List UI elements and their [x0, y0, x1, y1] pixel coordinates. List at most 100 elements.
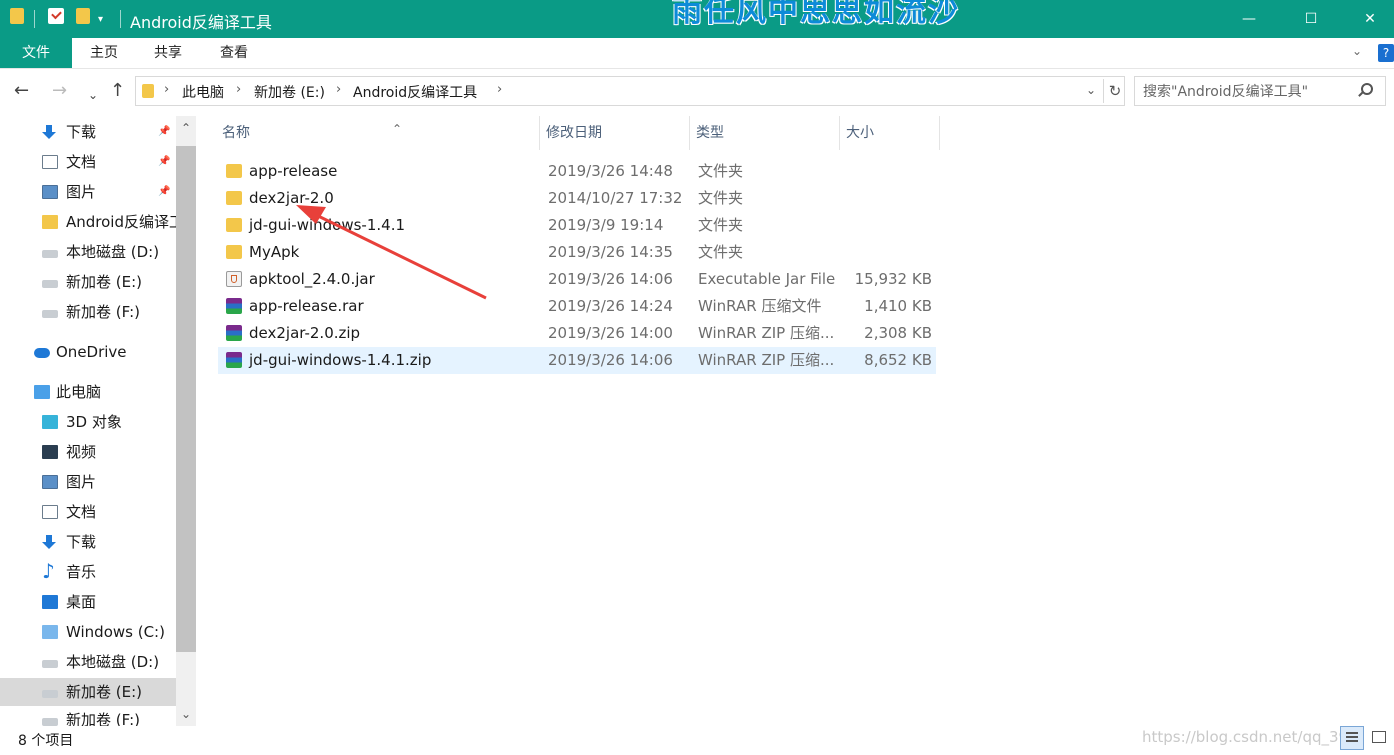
- winrar-file-icon: [226, 325, 242, 341]
- sidebar-scrollbar[interactable]: ⌃ ⌄: [176, 116, 196, 726]
- folder-icon: [226, 218, 242, 232]
- sidebar-item[interactable]: 新加卷 (F:): [0, 706, 176, 726]
- folder-icon: [226, 191, 242, 205]
- sidebar-item[interactable]: 本地磁盘 (D:): [0, 238, 176, 266]
- sidebar-item[interactable]: 图片: [0, 468, 176, 496]
- properties-icon[interactable]: [48, 8, 64, 24]
- expand-ribbon-icon[interactable]: ⌄: [1352, 44, 1366, 58]
- pin-icon[interactable]: 📌: [158, 178, 170, 206]
- column-header-label: 类型: [696, 125, 724, 141]
- details-view-icon[interactable]: [1340, 726, 1364, 750]
- sidebar-item-label: 音乐: [66, 563, 97, 581]
- drive-icon: [42, 690, 58, 698]
- column-header-name[interactable]: 名称 ⌃: [216, 116, 540, 150]
- sidebar-item[interactable]: 文档: [0, 498, 176, 526]
- refresh-icon[interactable]: ↻: [1103, 79, 1126, 103]
- file-row[interactable]: jd-gui-windows-1.4.1 2019/3/9 19:14 文件夹: [218, 212, 936, 239]
- download-icon: [42, 535, 58, 549]
- close-button[interactable]: ✕: [1355, 8, 1385, 30]
- this-pc-icon: [34, 385, 50, 399]
- recent-locations-icon[interactable]: ⌄: [88, 84, 98, 106]
- sidebar-item[interactable]: 图片 📌: [0, 178, 176, 206]
- address-bar[interactable]: › 此电脑 › 新加卷 (E:) › Android反编译工具 › ⌄ ↻: [135, 76, 1125, 106]
- ribbon: 文件 主页 共享 查看 ⌄ ?: [0, 38, 1394, 69]
- sidebar-item[interactable]: 文档 📌: [0, 148, 176, 176]
- search-input[interactable]: [1141, 81, 1355, 103]
- file-row[interactable]: dex2jar-2.0 2014/10/27 17:32 文件夹: [218, 185, 936, 212]
- picture-icon: [42, 475, 58, 489]
- sidebar-item[interactable]: 本地磁盘 (D:): [0, 648, 176, 676]
- tab-home[interactable]: 主页: [86, 38, 122, 68]
- folder-icon[interactable]: [10, 8, 24, 24]
- column-header-size[interactable]: 大小: [840, 116, 940, 150]
- up-icon[interactable]: ↑: [110, 80, 125, 102]
- sidebar-item[interactable]: 下载: [0, 528, 176, 556]
- minimize-button[interactable]: —: [1234, 8, 1264, 30]
- sidebar-item[interactable]: 音乐: [0, 557, 176, 586]
- sidebar-item[interactable]: 新加卷 (F:): [0, 298, 176, 326]
- tab-share[interactable]: 共享: [150, 38, 186, 68]
- search-icon[interactable]: [1361, 83, 1373, 95]
- desktop-icon: [42, 595, 58, 609]
- breadcrumb-drive-e[interactable]: 新加卷 (E:): [254, 82, 325, 102]
- sidebar-item[interactable]: Windows (C:): [0, 618, 176, 646]
- jar-file-icon: [226, 271, 242, 287]
- search-box[interactable]: [1134, 76, 1386, 106]
- sidebar-item[interactable]: Android反编译工: [0, 208, 176, 236]
- file-type: Executable Jar File: [698, 270, 836, 288]
- sidebar-item[interactable]: 3D 对象: [0, 408, 176, 436]
- forward-icon[interactable]: →: [52, 80, 67, 102]
- chevron-right-icon[interactable]: ›: [497, 82, 502, 97]
- file-date: 2019/3/26 14:00: [548, 324, 673, 342]
- document-icon: [42, 155, 58, 169]
- pin-icon[interactable]: 📌: [158, 148, 170, 176]
- file-row[interactable]: app-release 2019/3/26 14:48 文件夹: [218, 158, 936, 185]
- scrollbar-thumb[interactable]: [176, 146, 196, 652]
- scroll-down-icon[interactable]: ⌄: [176, 702, 196, 726]
- drive-icon: [42, 660, 58, 668]
- help-icon[interactable]: ?: [1378, 44, 1394, 62]
- file-row[interactable]: app-release.rar 2019/3/26 14:24 WinRAR 压缩文…: [218, 293, 936, 320]
- column-header-date[interactable]: 修改日期: [540, 116, 690, 150]
- sidebar-item[interactable]: 此电脑: [0, 378, 176, 406]
- sidebar-item[interactable]: 桌面: [0, 588, 176, 616]
- sidebar-item-label: 文档: [66, 153, 97, 171]
- sidebar-item[interactable]: 下载 📌: [0, 118, 176, 146]
- breadcrumb-this-pc[interactable]: 此电脑: [182, 82, 224, 102]
- file-date: 2014/10/27 17:32: [548, 189, 683, 207]
- column-header-type[interactable]: 类型: [690, 116, 840, 150]
- file-row[interactable]: jd-gui-windows-1.4.1.zip 2019/3/26 14:06 W…: [218, 347, 936, 374]
- document-icon: [42, 505, 58, 519]
- toolbar-separator: [120, 10, 121, 28]
- file-size: 8,652 KB: [864, 351, 932, 369]
- onedrive-icon: [34, 348, 50, 358]
- file-row[interactable]: MyApk 2019/3/26 14:35 文件夹: [218, 239, 936, 266]
- sidebar-item-label: OneDrive: [56, 343, 127, 361]
- chevron-right-icon[interactable]: ›: [236, 82, 241, 97]
- customize-quick-access-icon[interactable]: ▾: [98, 8, 103, 30]
- pin-icon[interactable]: 📌: [158, 118, 170, 146]
- sidebar-item[interactable]: OneDrive: [0, 338, 176, 366]
- breadcrumb-current-folder[interactable]: Android反编译工具: [353, 82, 477, 102]
- file-name: dex2jar-2.0: [249, 189, 334, 207]
- scroll-up-icon[interactable]: ⌃: [176, 116, 196, 140]
- chevron-right-icon[interactable]: ›: [336, 82, 341, 97]
- file-row[interactable]: apktool_2.4.0.jar 2019/3/26 14:06 Executab…: [218, 266, 936, 293]
- sidebar-item[interactable]: 新加卷 (E:): [0, 678, 176, 706]
- tab-view[interactable]: 查看: [216, 38, 252, 68]
- sidebar-item[interactable]: 新加卷 (E:): [0, 268, 176, 296]
- back-icon[interactable]: ←: [14, 80, 29, 102]
- maximize-button[interactable]: ☐: [1296, 8, 1326, 30]
- drive-icon: [42, 310, 58, 318]
- download-icon: [42, 125, 58, 139]
- drive-icon: [42, 718, 58, 726]
- chevron-down-icon[interactable]: ⌄: [1086, 83, 1096, 97]
- file-row[interactable]: dex2jar-2.0.zip 2019/3/26 14:00 WinRAR ZIP…: [218, 320, 936, 347]
- picture-icon: [42, 185, 58, 199]
- sidebar-item[interactable]: 视频: [0, 438, 176, 466]
- new-folder-icon[interactable]: [76, 8, 90, 24]
- file-size: 15,932 KB: [854, 270, 932, 288]
- large-icons-view-icon[interactable]: [1368, 726, 1392, 750]
- chevron-right-icon[interactable]: ›: [164, 82, 169, 97]
- tab-file[interactable]: 文件: [0, 38, 72, 68]
